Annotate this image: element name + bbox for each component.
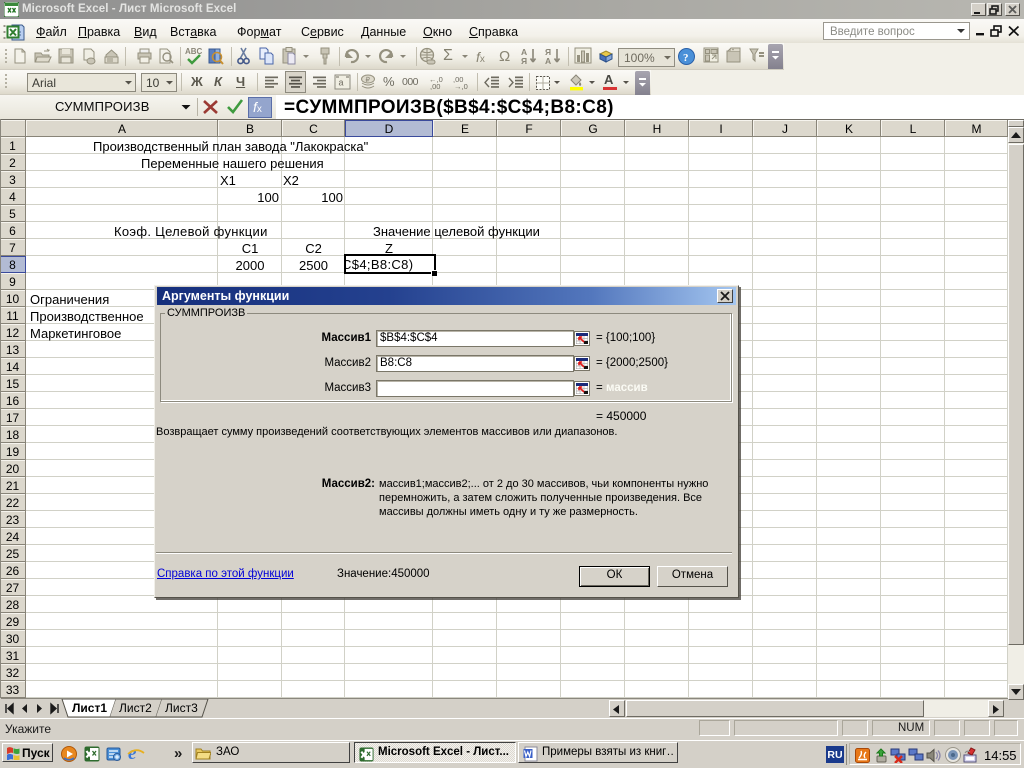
svg-text:?: ? bbox=[683, 52, 689, 64]
svg-text:Лист1: Лист1 bbox=[72, 701, 107, 715]
svg-text:А: А bbox=[545, 56, 551, 66]
svg-text:₽: ₽ bbox=[366, 76, 371, 84]
svg-text:→,0: →,0 bbox=[454, 82, 468, 90]
svg-text:Лист2: Лист2 bbox=[119, 701, 152, 715]
svg-text:a: a bbox=[339, 78, 344, 88]
svg-text:Я: Я bbox=[521, 56, 527, 66]
svg-text:,00: ,00 bbox=[430, 82, 440, 90]
svg-text:Лист3: Лист3 bbox=[165, 701, 198, 715]
